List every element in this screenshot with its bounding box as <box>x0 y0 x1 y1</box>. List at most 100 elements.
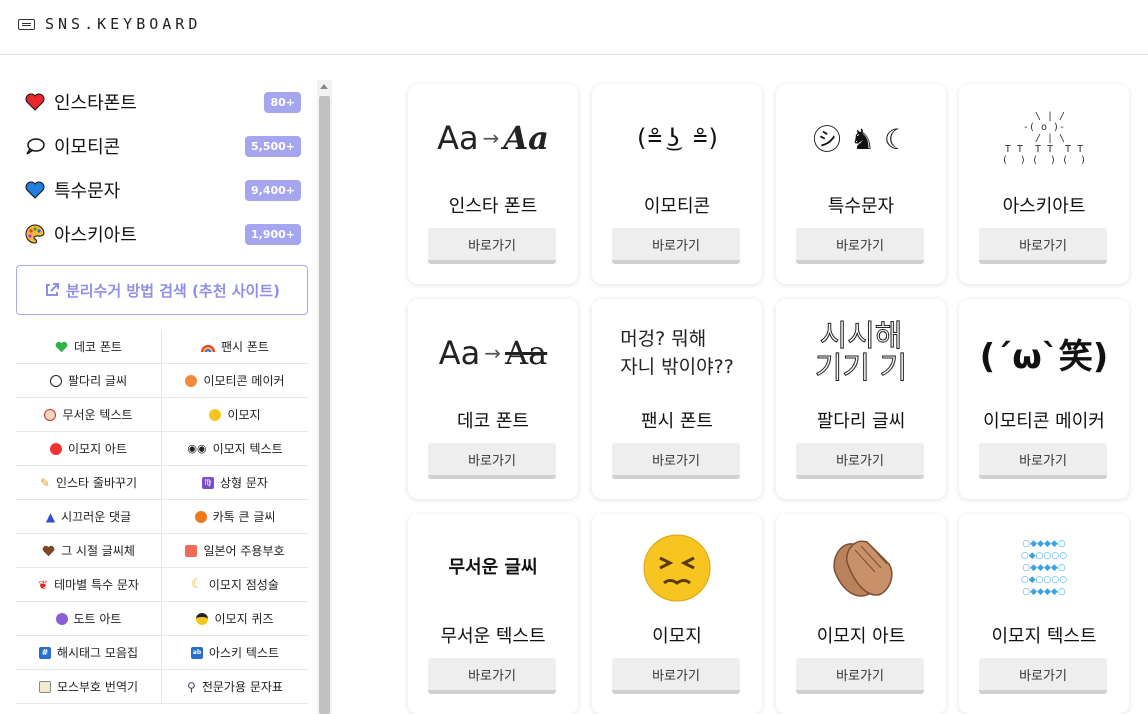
go-button[interactable]: 바로가기 <box>796 228 924 264</box>
art-text-right: Aa <box>505 334 548 372</box>
sidebar-link-limb-text[interactable]: 팔다리 글씨 <box>16 364 162 397</box>
card-title: 아스키아트 <box>1002 196 1086 217</box>
card-art: ㋛ ♞ ☾ <box>812 123 909 156</box>
sidebar-link-japanese-symbols[interactable]: 일본어 주용부호 <box>162 534 308 567</box>
go-button[interactable]: 바로가기 <box>796 443 924 479</box>
go-button[interactable]: 바로가기 <box>428 228 556 264</box>
sidebar-link-label: 테마별 특수 문자 <box>54 578 139 592</box>
card-art: ○◆◆◆◆○ ○◆○○○○ ○◆◆◆◆○ ○◆○○○○ ○◆◆◆◆○ <box>1020 539 1068 597</box>
sidebar-link-label: 모스부호 번역기 <box>56 680 139 694</box>
card-art: \ | / -( o )- / | \ T T T T T T ( ) ( ) … <box>1001 110 1087 166</box>
sidebar-item-insta-font[interactable]: 인스타폰트 80+ <box>24 86 301 118</box>
persevering-face-icon <box>592 524 762 612</box>
card-title: 무서운 텍스트 <box>440 626 546 647</box>
card-emoticon[interactable]: (≗ ͜ʖ ≗) 이모티콘 바로가기 <box>592 84 762 284</box>
card-scary-text[interactable]: 무서운 글씨 무서운 텍스트 바로가기 <box>408 514 578 714</box>
card-insta-font[interactable]: Aa → Aa 인스타 폰트 바로가기 <box>408 84 578 284</box>
card-title: 데코 폰트 <box>457 411 529 432</box>
smiley-icon <box>209 408 222 421</box>
sidebar-scrollbar[interactable] <box>317 80 332 714</box>
art-line-1: 머겅? 뭐해 <box>620 328 707 350</box>
go-button[interactable]: 바로가기 <box>612 443 740 479</box>
sidebar-item-label: 이모티콘 <box>54 137 121 158</box>
sidebar-item-emoticon[interactable]: 이모티콘 5,500+ <box>24 130 301 162</box>
card-art: 머겅? 뭐해자니 밖이야?? <box>592 309 762 397</box>
sidebar-item-label: 특수문자 <box>54 181 121 202</box>
sidebar-link-label: 이모지 <box>227 408 261 422</box>
sidebar-link-label: 이모티콘 메이커 <box>203 374 285 388</box>
sidebar-link-insta-linebreak[interactable]: ✎ 인스타 줄바꾸기 <box>16 466 162 499</box>
card-deco-font[interactable]: Aa → Aa 데코 폰트 바로가기 <box>408 299 578 499</box>
rainbow-icon <box>201 344 215 352</box>
palette-icon <box>24 223 46 245</box>
card-ascii-art[interactable]: \ | / -( o )- / | \ T T T T T T ( ) ( ) … <box>959 84 1129 284</box>
sidebar-link-dot-art[interactable]: 도트 아트 <box>16 602 162 635</box>
count-badge: 80+ <box>264 92 301 113</box>
card-emoticon-maker[interactable]: (´ω`笑) 이모티콘 메이커 바로가기 <box>959 299 1129 499</box>
sidebar-link-char-table[interactable]: ⚲ 전문가용 문자표 <box>162 670 308 703</box>
go-button[interactable]: 바로가기 <box>796 658 924 694</box>
go-button[interactable]: 바로가기 <box>612 658 740 694</box>
go-button[interactable]: 바로가기 <box>979 443 1107 479</box>
go-button[interactable]: 바로가기 <box>979 658 1107 694</box>
sidebar-link-label: 인스타 줄바꾸기 <box>55 476 138 490</box>
sidebar-link-scary-text[interactable]: 무서운 텍스트 <box>16 398 162 431</box>
card-title: 팔다리 글씨 <box>816 411 906 432</box>
go-button[interactable]: 바로가기 <box>612 228 740 264</box>
crystal-ball-icon <box>55 612 68 625</box>
sidebar-link-hashtag[interactable]: # 해시태그 모음집 <box>16 636 162 669</box>
sidebar-link-emoticon-maker[interactable]: 이모티콘 메이커 <box>162 364 308 397</box>
sidebar-link-emoji-art[interactable]: 이모지 아트 <box>16 432 162 465</box>
sidebar-link-ascii-text[interactable]: ab 아스키 텍스트 <box>162 636 308 669</box>
sidebar-item-special-chars[interactable]: 특수문자 9,400+ <box>24 174 301 206</box>
sidebar-link-themed-symbols[interactable]: ❦ 테마별 특수 문자 <box>16 568 162 601</box>
sidebar-link-noisy-comment[interactable]: ▲ 시끄러운 댓글 <box>16 500 162 533</box>
brand-logo[interactable]: SNS.KEYBOARD <box>18 15 201 33</box>
sidebar-link-emoji-text[interactable]: ◉◉ 이모지 텍스트 <box>162 432 308 465</box>
card-emoji-art[interactable]: 이모지 아트 바로가기 <box>776 514 946 714</box>
scrollbar-thumb[interactable] <box>319 96 330 714</box>
lollipop-icon <box>49 442 62 455</box>
go-button[interactable]: 바로가기 <box>428 658 556 694</box>
sidebar-link-kakao-big-text[interactable]: 카톡 큰 글씨 <box>162 500 308 533</box>
card-limb-text[interactable]: 시시해 기기 기 팔다리 글씨 바로가기 <box>776 299 946 499</box>
zodiac-icon: ♍ <box>202 476 214 489</box>
count-badge: 1,900+ <box>244 224 301 245</box>
card-title: 이모지 텍스트 <box>991 626 1097 647</box>
sidebar-link-hieroglyph[interactable]: ♍ 상형 문자 <box>162 466 308 499</box>
card-art: 시시해 기기 기 <box>776 309 946 397</box>
sidebar-link-label: 이모지 점성술 <box>208 578 279 592</box>
sidebar-item-label: 아스키아트 <box>54 225 137 246</box>
sidebar-link-grid: 데코 폰트 팬시 폰트 팔다리 글씨 이모티콘 메이커 무서운 텍스트 이모지 … <box>16 330 308 704</box>
card-special-chars[interactable]: ㋛ ♞ ☾ 특수문자 바로가기 <box>776 84 946 284</box>
go-button[interactable]: 바로가기 <box>428 443 556 479</box>
card-emoji[interactable]: 이모지 바로가기 <box>592 514 762 714</box>
sidebar-link-emoji[interactable]: 이모지 <box>162 398 308 431</box>
go-button[interactable]: 바로가기 <box>979 228 1107 264</box>
card-art: 무서운 글씨 <box>448 557 538 578</box>
recycle-search-button[interactable]: 분리수거 방법 검색 (추천 사이트) <box>16 265 308 315</box>
card-art: Aa → Aa <box>408 94 578 182</box>
sidebar-link-fancy-font[interactable]: 팬시 폰트 <box>162 330 308 363</box>
sidebar-link-label: 데코 폰트 <box>74 340 122 354</box>
magnifier-icon: ⚲ <box>187 679 196 694</box>
sidebar-link-label: 팬시 폰트 <box>221 340 269 354</box>
card-title: 이모티콘 메이커 <box>983 411 1105 432</box>
scroll-up-arrow-icon[interactable] <box>320 84 328 89</box>
speech-bubble-icon <box>24 135 46 157</box>
sidebar-link-label: 카톡 큰 글씨 <box>212 510 276 524</box>
sidebar-link-emoji-astrology[interactable]: ☾ 이모지 점성술 <box>162 568 308 601</box>
card-fancy-font[interactable]: 머겅? 뭐해 자니 밖이야?? 팬시 폰트 바로가기 <box>592 299 762 499</box>
arrow-right-icon: → <box>484 341 502 365</box>
sidebar-link-retro-font[interactable]: 그 시절 글씨체 <box>16 534 162 567</box>
sidebar-link-emoji-quiz[interactable]: 이모지 퀴즈 <box>162 602 308 635</box>
document-icon <box>38 680 51 693</box>
art-line-2: 자니 밖이야?? <box>620 356 734 378</box>
hash-icon: # <box>38 646 51 659</box>
sidebar-link-deco-font[interactable]: 데코 폰트 <box>16 330 162 363</box>
sidebar-link-morse[interactable]: 모스부호 번역기 <box>16 670 162 703</box>
card-emoji-text[interactable]: ○◆◆◆◆○ ○◆○○○○ ○◆◆◆◆○ ○◆○○○○ ○◆◆◆◆○ 이모지 텍… <box>959 514 1129 714</box>
card-title: 이모지 아트 <box>816 626 906 647</box>
pencil-icon: ✎ <box>39 475 50 490</box>
sidebar-item-ascii-art[interactable]: 아스키아트 1,900+ <box>24 218 301 250</box>
